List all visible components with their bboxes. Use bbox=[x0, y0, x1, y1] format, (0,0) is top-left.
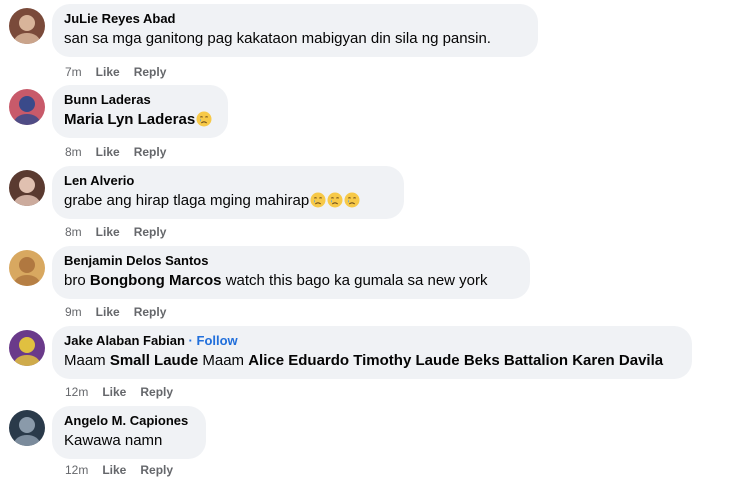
comment-author[interactable]: Bunn Laderas bbox=[64, 92, 151, 107]
comment-bubble: Jake Alaban Fabian · Follow Maam Small La… bbox=[52, 326, 692, 379]
comment-author-row: Jake Alaban Fabian · Follow bbox=[64, 332, 680, 349]
comment-bubble: Angelo M. Capiones Kawawa namn bbox=[52, 406, 206, 459]
comment-author-row: JuLie Reyes Abad bbox=[64, 10, 526, 27]
reply-button[interactable]: Reply bbox=[134, 145, 167, 159]
crying-face-icon bbox=[196, 111, 212, 127]
like-button[interactable]: Like bbox=[96, 225, 120, 239]
comment-timestamp[interactable]: 8m bbox=[65, 145, 82, 159]
comment-author-row: Len Alverio bbox=[64, 172, 392, 189]
comment-bubble: JuLie Reyes Abad san sa mga ganitong pag … bbox=[52, 4, 538, 57]
comment-bubble: Bunn Laderas Maria Lyn Laderas bbox=[52, 85, 228, 138]
like-button[interactable]: Like bbox=[96, 145, 120, 159]
comment-author-row: Benjamin Delos Santos bbox=[64, 252, 518, 269]
mention-link[interactable]: Karen Davila bbox=[572, 352, 663, 369]
like-button[interactable]: Like bbox=[102, 385, 126, 399]
comment-timestamp[interactable]: 7m bbox=[65, 65, 82, 79]
avatar[interactable] bbox=[9, 410, 45, 446]
comment-actions: 7m Like Reply bbox=[65, 65, 166, 79]
mention-link[interactable]: Beks Battalion bbox=[464, 352, 568, 369]
reply-button[interactable]: Reply bbox=[140, 463, 173, 477]
avatar[interactable] bbox=[9, 89, 45, 125]
crying-face-icon bbox=[344, 192, 360, 208]
comment-actions: 8m Like Reply bbox=[65, 145, 166, 159]
mention-link[interactable]: Alice Eduardo bbox=[248, 352, 349, 369]
comment-text-part: watch this bago ka gumala sa new york bbox=[221, 272, 488, 289]
like-button[interactable]: Like bbox=[96, 65, 120, 79]
mention-link[interactable]: Maria Lyn Laderas bbox=[64, 111, 195, 128]
comment-author[interactable]: Len Alverio bbox=[64, 173, 134, 188]
crying-face-icon bbox=[327, 192, 343, 208]
comment-text-part: grabe ang hirap tlaga mging mahirap bbox=[64, 192, 310, 209]
comment-author[interactable]: JuLie Reyes Abad bbox=[64, 11, 176, 26]
like-button[interactable]: Like bbox=[102, 463, 126, 477]
comment-actions: 9m Like Reply bbox=[65, 305, 166, 319]
mention-link[interactable]: Bongbong Marcos bbox=[90, 272, 222, 289]
comment-text-part: san sa mga ganitong pag kakataon mabigya… bbox=[64, 30, 491, 47]
comment-text-part: Maam bbox=[64, 352, 110, 369]
follow-button[interactable]: Follow bbox=[197, 333, 238, 348]
comment-actions: 12m Like Reply bbox=[65, 463, 173, 477]
comment-timestamp[interactable]: 12m bbox=[65, 385, 88, 399]
comment-author-row: Bunn Laderas bbox=[64, 91, 216, 108]
reply-button[interactable]: Reply bbox=[134, 225, 167, 239]
mention-link[interactable]: Timothy Laude bbox=[353, 352, 459, 369]
comment-text: grabe ang hirap tlaga mging mahirap bbox=[64, 191, 392, 211]
comment-text-part: bro bbox=[64, 272, 90, 289]
avatar[interactable] bbox=[9, 330, 45, 366]
comment-text-part: Maam bbox=[198, 352, 249, 369]
mention-link[interactable]: Small Laude bbox=[110, 352, 198, 369]
reply-button[interactable]: Reply bbox=[134, 305, 167, 319]
comment-author-row: Angelo M. Capiones bbox=[64, 412, 194, 429]
comment-bubble: Benjamin Delos Santos bro Bongbong Marcos… bbox=[52, 246, 530, 299]
comment-bubble: Len Alverio grabe ang hirap tlaga mging m… bbox=[52, 166, 404, 219]
comment-actions: 12m Like Reply bbox=[65, 385, 173, 399]
comment-author[interactable]: Jake Alaban Fabian bbox=[64, 333, 185, 348]
avatar[interactable] bbox=[9, 250, 45, 286]
comment-actions: 8m Like Reply bbox=[65, 225, 166, 239]
comment-text: bro Bongbong Marcos watch this bago ka g… bbox=[64, 271, 518, 291]
reply-button[interactable]: Reply bbox=[140, 385, 173, 399]
like-button[interactable]: Like bbox=[96, 305, 120, 319]
comment-text: Kawawa namn bbox=[64, 431, 194, 451]
avatar[interactable] bbox=[9, 8, 45, 44]
reply-button[interactable]: Reply bbox=[134, 65, 167, 79]
crying-face-icon bbox=[310, 192, 326, 208]
comment-author[interactable]: Angelo M. Capiones bbox=[64, 413, 188, 428]
comment-text-part: Kawawa namn bbox=[64, 432, 163, 449]
comment-timestamp[interactable]: 12m bbox=[65, 463, 88, 477]
separator-dot: · bbox=[188, 333, 193, 348]
comment-author[interactable]: Benjamin Delos Santos bbox=[64, 253, 208, 268]
comment-timestamp[interactable]: 9m bbox=[65, 305, 82, 319]
avatar[interactable] bbox=[9, 170, 45, 206]
comment-text: Maria Lyn Laderas bbox=[64, 110, 216, 130]
comment-timestamp[interactable]: 8m bbox=[65, 225, 82, 239]
comment-text: san sa mga ganitong pag kakataon mabigya… bbox=[64, 29, 526, 49]
comment-text: Maam Small Laude Maam Alice Eduardo Timo… bbox=[64, 351, 680, 371]
